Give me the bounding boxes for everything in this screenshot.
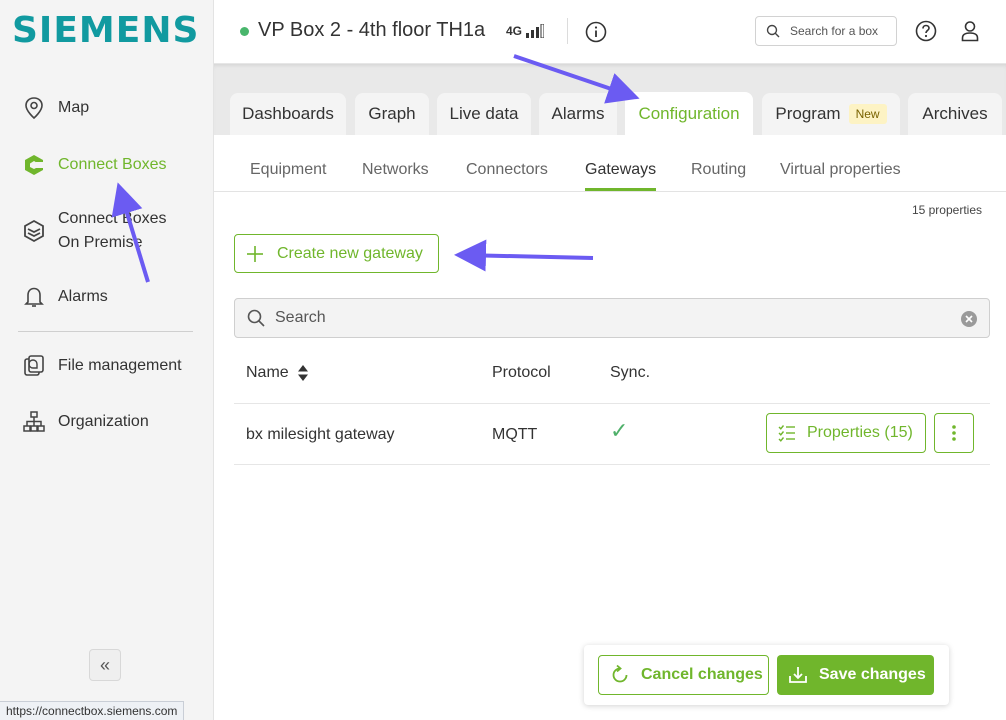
double-chevron-left-icon: «	[99, 654, 110, 675]
search-icon	[247, 309, 265, 327]
sidebar-item-map[interactable]: Map	[22, 96, 89, 120]
org-chart-icon	[22, 410, 46, 434]
box-search-placeholder: Search for a box	[790, 24, 879, 38]
sidebar-item-organization[interactable]: Organization	[22, 410, 149, 434]
tab-configuration[interactable]: Configuration	[625, 92, 753, 135]
map-pin-icon	[22, 96, 46, 120]
gateway-name: bx milesight gateway	[246, 426, 395, 443]
sidebar-item-file-management[interactable]: File management	[22, 354, 182, 378]
sidebar-item-label: Organization	[58, 413, 149, 430]
unsaved-changes-bar: Cancel changes Save changes	[584, 645, 949, 705]
sync-check-icon: ✓	[610, 418, 629, 443]
properties-count: 15 properties	[911, 203, 982, 217]
user-icon[interactable]	[958, 19, 982, 43]
bell-icon	[22, 285, 46, 309]
tab-graph[interactable]: Graph	[355, 93, 429, 135]
browser-status-url: https://connectbox.siemens.com	[0, 701, 185, 720]
subtab-routing[interactable]: Routing	[691, 161, 746, 179]
tab-dashboards[interactable]: Dashboards	[230, 93, 346, 135]
sidebar-divider	[18, 331, 193, 332]
sidebar-item-label: Connect Boxes	[58, 156, 167, 173]
top-header: VP Box 2 - 4th floor TH1a 4G Search for …	[214, 0, 1006, 64]
subtab-gateways[interactable]: Gateways	[585, 161, 657, 191]
column-header-name-label: Name	[246, 364, 289, 381]
box-search-input[interactable]: Search for a box	[755, 16, 897, 46]
help-icon[interactable]	[914, 19, 938, 43]
column-header-protocol: Protocol	[492, 364, 551, 381]
tab-live-data[interactable]: Live data	[437, 93, 531, 135]
signal-strength-icon	[526, 24, 545, 38]
annotation-arrow-create-gateway	[454, 239, 594, 272]
row-more-options-button[interactable]	[934, 413, 974, 453]
refresh-icon	[612, 664, 628, 683]
online-status-dot	[240, 27, 249, 36]
save-changes-label: Save changes	[819, 666, 926, 683]
sidebar: SIEMENS Map Connect Boxes Connect Boxes …	[0, 0, 214, 720]
tab-archives[interactable]: Archives	[908, 93, 1002, 135]
main-tabs: Dashboards Graph Live data Alarms Config…	[214, 64, 1006, 135]
create-new-gateway-label: Create new gateway	[277, 244, 423, 262]
network-indicator: 4G	[506, 24, 545, 38]
gateway-search-input[interactable]	[275, 309, 935, 327]
kebab-menu-icon	[952, 425, 956, 441]
config-subtabs: Equipment Networks Connectors Gateways R…	[214, 135, 1006, 192]
on-premise-box-icon	[22, 219, 46, 243]
info-icon[interactable]	[584, 20, 608, 44]
header-separator	[567, 18, 568, 44]
cancel-changes-label: Cancel changes	[641, 666, 763, 683]
tab-alarms[interactable]: Alarms	[539, 93, 617, 135]
download-save-icon	[789, 667, 807, 683]
sidebar-item-label: File management	[58, 357, 182, 374]
new-badge: New	[848, 104, 887, 124]
file-management-icon	[22, 354, 46, 378]
sidebar-item-label: Map	[58, 99, 90, 116]
subtab-networks[interactable]: Networks	[362, 161, 429, 179]
tab-program-label: Program	[775, 104, 841, 123]
clear-search-icon[interactable]	[961, 311, 977, 327]
gateway-protocol: MQTT	[492, 426, 538, 443]
gateway-search-field	[234, 298, 990, 338]
plus-icon	[247, 245, 263, 262]
sidebar-item-label: Connect Boxes On Premise	[58, 207, 167, 255]
subtab-virtual-properties[interactable]: Virtual properties	[780, 161, 901, 179]
sort-icon[interactable]	[297, 364, 309, 382]
siemens-logo[interactable]: SIEMENS	[12, 10, 199, 51]
network-type: 4G	[506, 24, 523, 38]
column-header-name[interactable]: Name	[246, 364, 309, 382]
table-row[interactable]: bx milesight gateway MQTT ✓ Properties (…	[234, 403, 990, 465]
properties-button[interactable]: Properties (15)	[766, 413, 926, 453]
sidebar-item-label-line2: On Premise	[58, 234, 143, 251]
create-new-gateway-button[interactable]: Create new gateway	[234, 234, 439, 273]
sidebar-item-alarms[interactable]: Alarms	[22, 285, 108, 309]
tab-program[interactable]: Program New	[762, 93, 900, 135]
sidebar-item-connect-boxes-on-premise[interactable]: Connect Boxes On Premise	[22, 207, 167, 255]
search-icon	[766, 24, 780, 38]
sidebar-item-label: Alarms	[58, 288, 108, 305]
subtab-equipment[interactable]: Equipment	[250, 161, 327, 179]
sidebar-item-label-line1: Connect Boxes	[58, 210, 167, 227]
properties-button-label: Properties (15)	[807, 424, 913, 441]
subtab-connectors[interactable]: Connectors	[466, 161, 548, 179]
save-changes-button[interactable]: Save changes	[777, 655, 934, 695]
collapse-sidebar-button[interactable]: «	[89, 649, 121, 681]
sidebar-item-connect-boxes[interactable]: Connect Boxes	[22, 153, 167, 177]
box-title: VP Box 2 - 4th floor TH1a	[258, 19, 486, 41]
checklist-icon	[778, 425, 795, 442]
connect-box-icon	[22, 153, 46, 177]
column-header-sync: Sync.	[610, 364, 651, 381]
cancel-changes-button[interactable]: Cancel changes	[598, 655, 769, 695]
